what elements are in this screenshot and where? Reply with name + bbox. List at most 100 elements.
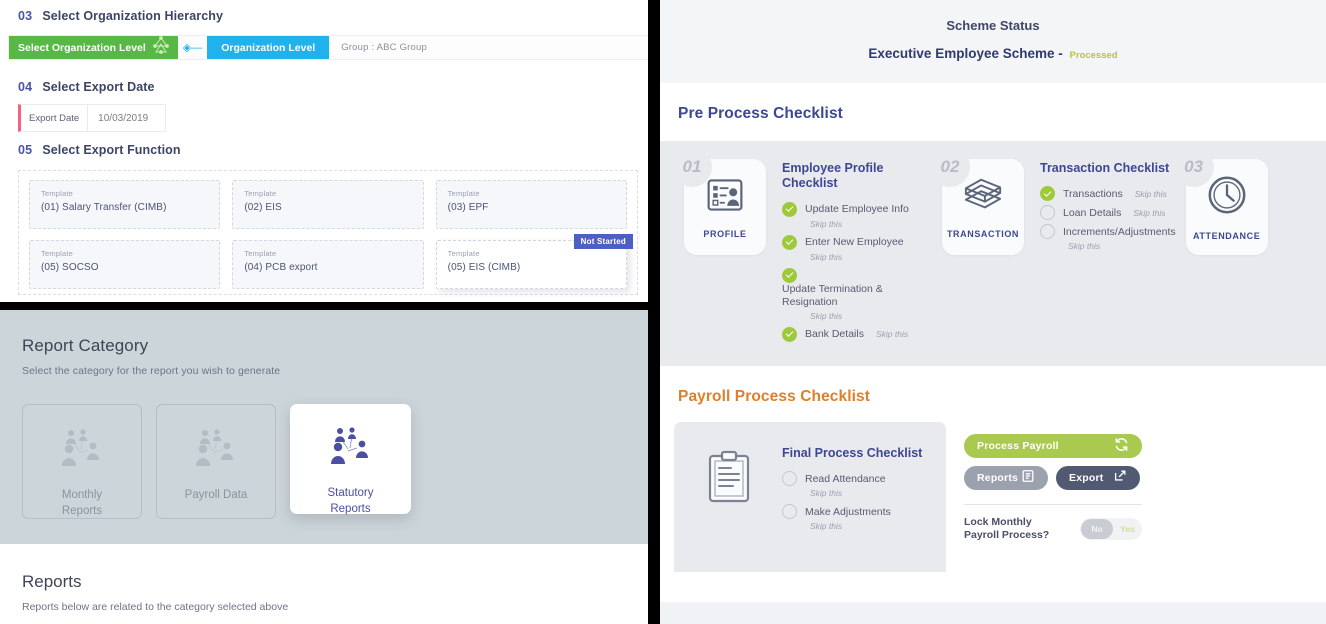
lock-payroll-toggle[interactable]: No Yes xyxy=(1080,518,1142,541)
checklist-item[interactable]: Transactions Skip this xyxy=(1040,186,1176,202)
export-label: Export xyxy=(1069,471,1104,484)
template-kicker: Template xyxy=(244,249,277,258)
step-number: 03 xyxy=(18,9,33,23)
skip-this-link[interactable]: Skip this xyxy=(810,311,932,321)
radio-unchecked-icon[interactable] xyxy=(1040,224,1055,240)
skip-this-link[interactable]: Skip this xyxy=(1068,241,1176,251)
checklist-item[interactable]: Update Employee Info xyxy=(782,201,932,217)
skip-this-link[interactable]: Skip this xyxy=(1135,189,1167,199)
status-badge: Processed xyxy=(1069,50,1118,61)
check-icon[interactable] xyxy=(782,267,797,283)
template-name: (01) Salary Transfer (CIMB) xyxy=(41,202,167,213)
report-category-card-label: Payroll Data xyxy=(184,489,248,501)
scheme-status-panel: Scheme Status Executive Employee Scheme … xyxy=(660,0,1326,624)
checklist-item-label: Update Termination & Resignation xyxy=(782,282,883,308)
final-process-card: Final Process Checklist Read Attendance Sk… xyxy=(674,421,946,577)
people-network-icon xyxy=(57,427,107,474)
pre-process-card-label: PROFILE xyxy=(703,229,747,239)
select-organization-level-label: Select Organization Level xyxy=(18,41,146,54)
organization-level-label: Organization Level xyxy=(221,41,316,54)
panel-bottom-white-strip xyxy=(660,572,1326,602)
skip-this-link[interactable]: Skip this xyxy=(810,488,922,498)
skip-this-link[interactable]: Skip this xyxy=(810,219,932,229)
checklist-item[interactable]: Loan Details Skip this xyxy=(1040,205,1176,221)
org-tree-icon xyxy=(150,35,172,60)
organization-level-chip[interactable]: Organization Level xyxy=(207,36,330,59)
template-grid: Template (01) Salary Transfer (CIMB) Templ… xyxy=(29,180,633,289)
checklist-heading: Employee Profile Checklist xyxy=(782,161,884,191)
checklist-item-label: Enter New Employee xyxy=(805,236,904,248)
checklist-item[interactable]: Increments/Adjustments xyxy=(1040,224,1176,240)
radio-unchecked-icon[interactable] xyxy=(782,504,797,519)
screenshot-stage: 03 Select Organization Hierarchy Select … xyxy=(0,0,1326,624)
checklist-item[interactable]: Enter New Employee xyxy=(782,234,932,250)
report-category-cards: Monthly Reports Payroll Data Statutory Repor… xyxy=(22,404,626,519)
pre-process-card[interactable]: 01 PROFILE xyxy=(672,147,766,255)
template-kicker: Template xyxy=(447,249,480,258)
template-card[interactable]: Template (05) SOCSO xyxy=(29,240,221,289)
pre-process-card[interactable]: 03 ATTENDANCE xyxy=(1173,147,1268,255)
external-link-icon xyxy=(1113,469,1127,486)
pre-process-group: 03 ATTENDANCE xyxy=(1173,147,1268,342)
template-kicker: Template xyxy=(41,249,74,258)
report-category-card[interactable]: Statutory Reports xyxy=(290,404,411,515)
report-category-card[interactable]: Payroll Data xyxy=(156,404,276,519)
export-button[interactable]: Export xyxy=(1056,465,1140,490)
reports-label: Reports xyxy=(977,471,1019,484)
checklist-item[interactable]: Make Adjustments xyxy=(782,504,922,519)
checklist: Employee Profile Checklist Update Employe… xyxy=(766,159,932,342)
template-card[interactable]: Template (03) EPF xyxy=(435,180,627,229)
pre-process-group: 02 TRANSACTION Transaction Checklist Transa… xyxy=(930,147,1176,342)
export-date-field[interactable]: Export Date 10/03/2019 xyxy=(18,104,166,132)
scheme-name-row: Executive Employee Scheme - Processed xyxy=(660,46,1326,61)
lock-label-line1: Lock Monthly xyxy=(964,515,1032,528)
template-card[interactable]: Template (02) EIS xyxy=(232,180,424,229)
skip-this-link[interactable]: Skip this xyxy=(876,329,908,339)
toggle-on-label: Yes xyxy=(1120,524,1135,535)
report-category-title: Report Category xyxy=(22,336,149,355)
pre-process-card-label: TRANSACTION xyxy=(946,229,1020,239)
organization-hierarchy-bar: Select Organization Level ◈— Organizatio… xyxy=(8,35,648,60)
report-category-card-label: Statutory Reports xyxy=(327,487,374,515)
radio-unchecked-icon[interactable] xyxy=(782,471,797,486)
report-category-card-label: Monthly Reports xyxy=(61,489,103,517)
radio-unchecked-icon[interactable] xyxy=(1040,205,1055,221)
group-text: Group : ABC Group xyxy=(341,42,427,53)
template-name: (03) EPF xyxy=(447,202,489,213)
template-kicker: Template xyxy=(41,189,74,198)
checklist-item[interactable] xyxy=(782,267,932,283)
step-title: Select Export Date xyxy=(42,80,155,94)
clipboard-icon xyxy=(692,444,766,577)
export-date-label: Export Date xyxy=(29,112,80,124)
template-kicker: Template xyxy=(244,189,277,198)
pre-process-card[interactable]: 02 TRANSACTION xyxy=(930,147,1024,255)
check-icon[interactable] xyxy=(1040,186,1055,202)
template-card[interactable]: Template (04) PCB export xyxy=(232,240,424,289)
checklist-item-label: Read Attendance xyxy=(805,472,886,485)
reports-button[interactable]: Reports xyxy=(964,465,1048,490)
pre-process-checklist-body: 01 PROFILE Employee Profile Checklist Updat… xyxy=(660,141,1326,366)
skip-this-link[interactable]: Skip this xyxy=(810,252,932,262)
step-number: 04 xyxy=(18,80,33,94)
step-title: Select Export Function xyxy=(42,143,181,157)
scheme-status-title: Scheme Status xyxy=(946,18,1040,33)
skip-this-link[interactable]: Skip this xyxy=(810,521,922,531)
check-icon[interactable] xyxy=(782,234,797,250)
template-card[interactable]: Template (01) Salary Transfer (CIMB) xyxy=(29,180,221,229)
reports-section: Reports Reports below are related to the… xyxy=(0,544,648,613)
people-network-icon xyxy=(326,425,376,472)
process-payroll-button[interactable]: Process Payroll xyxy=(964,433,1142,458)
step-title: Select Organization Hierarchy xyxy=(42,9,224,23)
reports-subtitle: Reports below are related to the categor… xyxy=(22,601,289,613)
template-list-container: Template (01) Salary Transfer (CIMB) Templ… xyxy=(18,170,638,295)
check-icon[interactable] xyxy=(782,326,797,342)
template-card[interactable]: Template (05) EIS (CIMB) Not Started xyxy=(435,234,633,289)
report-category-card[interactable]: Monthly Reports xyxy=(22,404,142,519)
skip-this-link[interactable]: Skip this xyxy=(1133,208,1165,218)
checklist-item[interactable]: Read Attendance xyxy=(782,471,922,486)
checklist-item[interactable]: Bank Details Skip this xyxy=(782,326,932,342)
template-name: (04) PCB export xyxy=(244,262,318,273)
check-icon[interactable] xyxy=(782,201,797,217)
select-organization-level-button[interactable]: Select Organization Level xyxy=(9,36,178,59)
clock-icon xyxy=(1205,173,1249,222)
